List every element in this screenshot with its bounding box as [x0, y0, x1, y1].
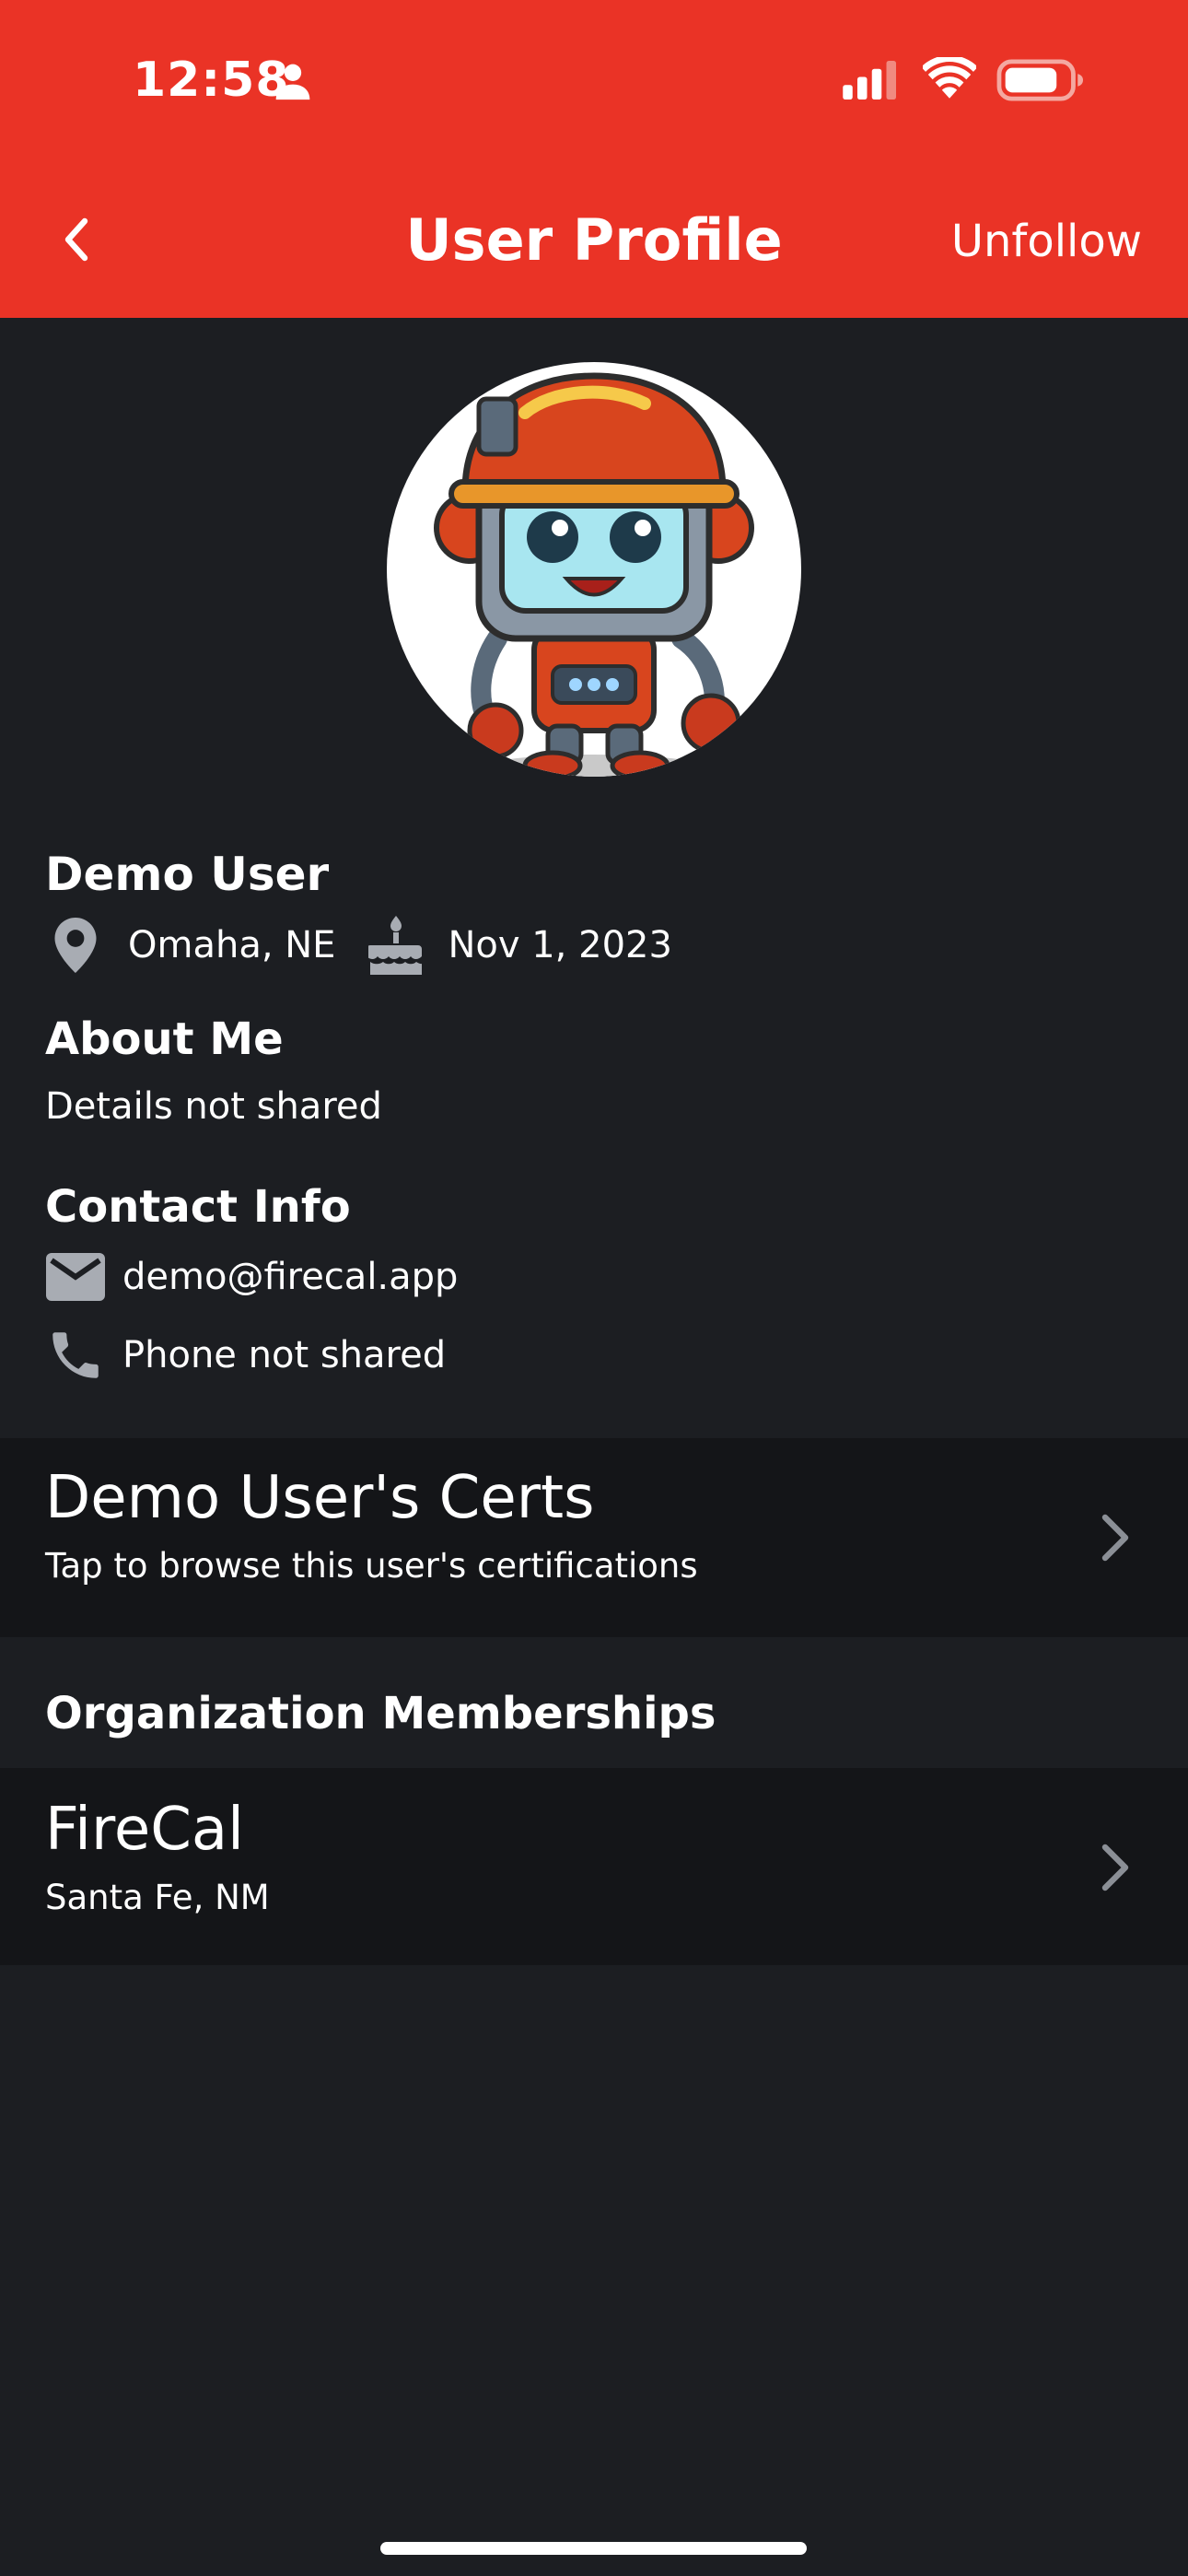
phone-row: Phone not shared	[45, 1323, 446, 1388]
battery-icon	[996, 59, 1083, 101]
email-row[interactable]: demo@firecal.app	[45, 1245, 458, 1309]
about-text: Details not shared	[45, 1085, 382, 1128]
page-title: User Profile	[405, 206, 783, 274]
firefighter-robot-avatar	[434, 372, 754, 777]
chevron-right-icon	[1101, 1844, 1129, 1891]
unfollow-button[interactable]: Unfollow	[951, 208, 1142, 275]
certs-subtitle: Tap to browse this user's certifications	[45, 1546, 698, 1586]
phone-text: Phone not shared	[122, 1334, 447, 1376]
certs-card[interactable]: Demo User's Certs Tap to browse this use…	[0, 1438, 1188, 1637]
location-text: Omaha, NE	[128, 924, 336, 966]
user-profile-screen: 12:58 User Profile Unfollow Demo User Om…	[0, 0, 1188, 2576]
phone-icon	[52, 1332, 99, 1378]
home-indicator[interactable]	[380, 2542, 807, 2555]
chevron-left-icon	[64, 217, 88, 262]
date-text: Nov 1, 2023	[448, 924, 672, 966]
status-time: 12:58	[133, 53, 290, 108]
email-text: demo@firecal.app	[122, 1256, 459, 1298]
organization-name: FireCal	[45, 1796, 244, 1864]
organization-location: Santa Fe, NM	[45, 1878, 270, 1917]
organization-card[interactable]: FireCal Santa Fe, NM	[0, 1768, 1188, 1965]
mail-icon	[46, 1253, 105, 1301]
certs-title: Demo User's Certs	[45, 1464, 595, 1532]
back-button[interactable]	[48, 205, 107, 275]
organizations-heading: Organization Memberships	[45, 1688, 716, 1739]
user-name: Demo User	[45, 848, 330, 901]
wifi-icon	[923, 57, 976, 99]
profile-meta: Omaha, NE Nov 1, 2023	[45, 912, 672, 978]
chevron-right-icon	[1101, 1514, 1129, 1562]
signal-icon	[843, 61, 896, 100]
avatar	[387, 362, 801, 777]
contact-heading: Contact Info	[45, 1181, 351, 1233]
about-heading: About Me	[45, 1013, 284, 1065]
app-header: 12:58 User Profile Unfollow	[0, 0, 1188, 318]
person-icon	[275, 64, 310, 100]
cake-icon	[368, 916, 423, 975]
location-pin-icon	[54, 918, 97, 973]
